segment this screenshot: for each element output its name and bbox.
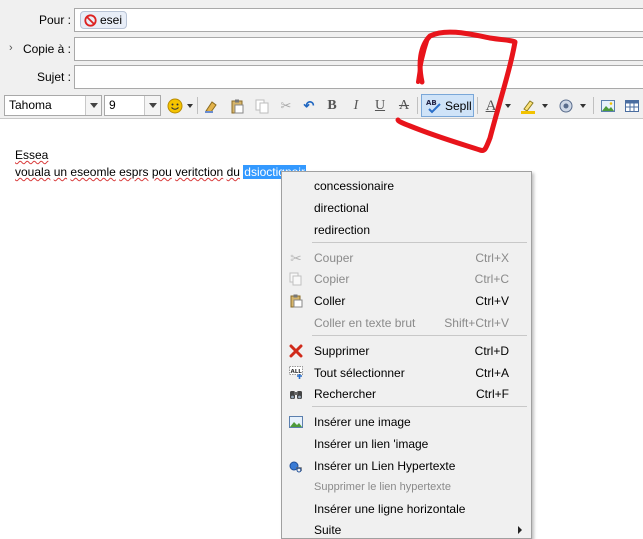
clear-format-icon[interactable] [201,96,221,116]
format-toolbar: Tahoma 9 ✂ ↶ B I U A AB Sepll A [0,92,643,119]
font-size-value: 9 [109,98,116,112]
paste-icon[interactable] [227,96,247,116]
cc-row: › Copie à : [0,37,643,61]
highlight-dropdown-icon[interactable] [542,104,548,108]
underline-icon[interactable]: U [370,96,390,116]
to-field[interactable]: esei [74,8,643,32]
svg-text:AB: AB [426,99,437,107]
menu-item-insert-hyperlink[interactable]: Insérer un Lien Hypertexte [282,454,531,476]
hyperlink-icon [288,458,304,474]
menu-item-insert-image-link[interactable]: Insérer un lien 'image [282,432,531,454]
emoticon-dropdown-icon[interactable] [187,104,193,108]
spellcheck-context-menu: concessionaire directional redirection ✂… [281,171,532,539]
toolbar-divider [477,97,478,114]
binoculars-icon [288,386,304,402]
emoticon-icon[interactable] [165,96,185,116]
font-size-select[interactable]: 9 [104,95,161,116]
background-dropdown-icon[interactable] [580,104,586,108]
highlight-color-icon[interactable] [518,96,538,116]
body-word: vouala [15,165,51,179]
menu-item-cut[interactable]: ✂ Couper Ctrl+X [282,246,531,268]
to-row: Pour : esei [0,8,643,32]
bold-icon[interactable]: B [322,96,342,116]
menu-divider [312,406,527,407]
strikethrough-icon[interactable]: A [394,96,414,116]
svg-text:ALL: ALL [291,369,303,375]
paste-icon [288,293,304,309]
menu-item-paste-plain[interactable]: Coller en texte brut Shift+Ctrl+V [282,311,531,333]
body-word: un [53,165,68,179]
menu-item-insert-image[interactable]: Insérer une image [282,410,531,432]
chevron-down-icon[interactable] [144,96,160,115]
text-color-dropdown-icon[interactable] [505,104,511,108]
chevron-down-icon[interactable] [85,96,101,115]
spellcheck-icon: AB [426,99,441,113]
undo-icon[interactable]: ↶ [299,96,319,116]
subject-field[interactable] [74,65,643,89]
body-word: esprs [119,165,149,179]
toolbar-divider [417,97,418,114]
image-icon [288,414,304,430]
select-all-icon: ALL [288,365,304,381]
body-word: pou [151,165,172,179]
menu-item-remove-hyperlink[interactable]: Supprimer le lien hypertexte [282,476,531,498]
menu-suggestion[interactable]: concessionaire [282,174,531,196]
insert-image-icon[interactable] [598,96,618,116]
menu-item-copy[interactable]: Copier Ctrl+C [282,267,531,289]
cc-field[interactable] [74,37,643,61]
recipient-pill[interactable]: esei [80,11,128,29]
menu-item-select-all[interactable]: ALL Tout sélectionner Ctrl+A [282,361,531,383]
menu-item-insert-horizontal-line[interactable]: Insérer une ligne horizontale [282,497,531,519]
body-word: du [226,165,240,179]
to-label: Pour : [38,13,71,27]
menu-suggestion[interactable]: directional [282,196,531,218]
copy-icon [288,271,304,287]
menu-divider [312,335,527,336]
spellcheck-label: Sepll [445,98,472,113]
italic-icon[interactable]: I [346,96,366,116]
font-family-select[interactable]: Tahoma [4,95,102,116]
body-line-1: Essea [15,148,49,162]
invalid-recipient-icon [84,13,97,27]
text-color-icon[interactable]: A [481,96,501,116]
spellcheck-button[interactable]: AB Sepll [421,94,474,117]
menu-item-paste[interactable]: Coller Ctrl+V [282,289,531,311]
copy-icon[interactable] [252,96,272,116]
body-word: eseomle [70,165,116,179]
compose-header: Pour : esei › Copie à : Sujet : [0,0,643,92]
scissors-icon: ✂ [290,249,302,266]
delete-x-icon [288,343,304,359]
menu-item-delete[interactable]: Supprimer Ctrl+D [282,339,531,361]
scissors-icon[interactable]: ✂ [276,96,296,116]
menu-item-more[interactable]: Suite [282,518,531,539]
toolbar-divider [593,97,594,114]
menu-suggestion[interactable]: redirection [282,218,531,240]
cc-label: Copie à : [22,42,71,56]
toolbar-divider [197,97,198,114]
body-word: veritction [175,165,224,179]
insert-table-icon[interactable] [622,96,642,116]
submenu-arrow-icon [518,526,522,534]
subject-row: Sujet : [0,65,643,89]
subject-label: Sujet : [36,70,71,84]
recipient-name: esei [100,13,123,27]
menu-divider [312,242,527,243]
background-color-icon[interactable] [556,96,576,116]
font-family-value: Tahoma [9,98,52,112]
chevron-right-icon[interactable]: › [9,42,13,54]
body-line-2: vouala un eseomle esprs pou veritction d… [15,165,306,179]
menu-item-find[interactable]: Rechercher Ctrl+F [282,382,531,404]
